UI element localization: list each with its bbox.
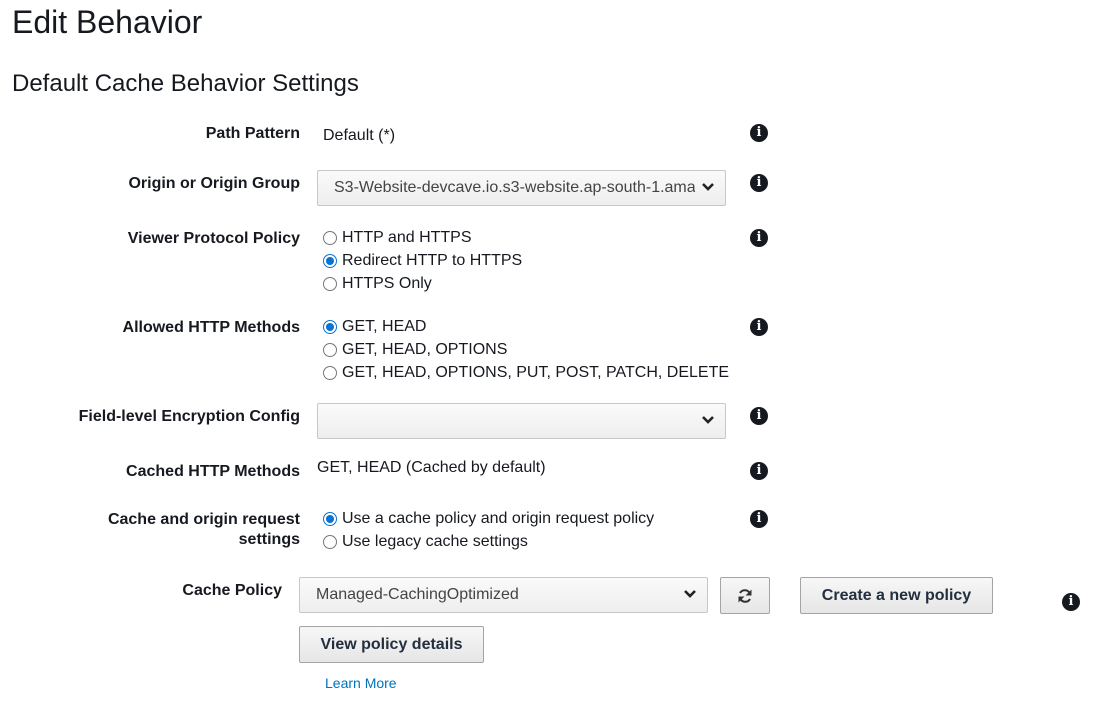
radio-option-get-head[interactable]: GET, HEAD — [323, 315, 729, 338]
info-icon[interactable]: i — [750, 407, 768, 425]
page-title: Edit Behavior — [12, 4, 203, 40]
chevron-down-icon — [702, 416, 714, 424]
viewer-protocol-label: Viewer Protocol Policy — [127, 230, 300, 247]
radio-button[interactable] — [323, 365, 337, 380]
viewer-protocol-radio-group: HTTP and HTTPS Redirect HTTP to HTTPS HT… — [323, 226, 522, 295]
allowed-methods-label: Allowed HTTP Methods — [122, 319, 300, 336]
allowed-methods-radio-group: GET, HEAD GET, HEAD, OPTIONS GET, HEAD, … — [323, 315, 729, 384]
radio-button[interactable] — [323, 276, 337, 291]
radio-button[interactable] — [323, 534, 337, 549]
radio-button-selected[interactable] — [323, 511, 337, 526]
radio-option-all-methods[interactable]: GET, HEAD, OPTIONS, PUT, POST, PATCH, DE… — [323, 361, 729, 384]
view-policy-details-button[interactable]: View policy details — [299, 626, 484, 663]
origin-select-value: S3-Website-devcave.io.s3-website.ap-sout… — [334, 179, 695, 196]
cached-methods-label: Cached HTTP Methods — [126, 463, 300, 480]
learn-more-link[interactable]: Learn More — [325, 675, 397, 691]
radio-button-selected[interactable] — [323, 319, 337, 334]
field-encryption-label: Field-level Encryption Config — [78, 408, 300, 425]
info-icon[interactable]: i — [750, 174, 768, 192]
radio-option-legacy-cache[interactable]: Use legacy cache settings — [323, 530, 654, 553]
cache-policy-label: Cache Policy — [182, 582, 282, 599]
radio-option-get-head-options[interactable]: GET, HEAD, OPTIONS — [323, 338, 729, 361]
refresh-icon — [738, 589, 752, 603]
cache-policy-select[interactable]: Managed-CachingOptimized — [299, 577, 708, 613]
radio-button[interactable] — [323, 230, 337, 245]
info-icon[interactable]: i — [750, 510, 768, 528]
radio-button-selected[interactable] — [323, 253, 337, 268]
radio-option-redirect-http-to-https[interactable]: Redirect HTTP to HTTPS — [323, 249, 522, 272]
origin-select[interactable]: S3-Website-devcave.io.s3-website.ap-sout… — [317, 170, 726, 206]
radio-option-cache-policy[interactable]: Use a cache policy and origin request po… — [323, 507, 654, 530]
cache-policy-select-value: Managed-CachingOptimized — [316, 586, 519, 603]
info-icon[interactable]: i — [750, 318, 768, 336]
info-icon[interactable]: i — [1062, 593, 1080, 611]
info-icon[interactable]: i — [750, 229, 768, 247]
refresh-button[interactable] — [720, 577, 770, 614]
info-icon[interactable]: i — [750, 124, 768, 142]
path-pattern-value: Default (*) — [323, 127, 396, 144]
create-new-policy-button[interactable]: Create a new policy — [800, 577, 993, 614]
radio-option-http-and-https[interactable]: HTTP and HTTPS — [323, 226, 522, 249]
origin-label: Origin or Origin Group — [128, 175, 300, 192]
chevron-down-icon — [702, 183, 714, 191]
radio-option-https-only[interactable]: HTTPS Only — [323, 272, 522, 295]
field-encryption-select[interactable] — [317, 403, 726, 439]
cache-origin-settings-label: Cache and origin request settings — [107, 511, 300, 548]
section-title: Default Cache Behavior Settings — [12, 70, 359, 97]
cache-origin-settings-radio-group: Use a cache policy and origin request po… — [323, 507, 654, 553]
cached-methods-value: GET, HEAD (Cached by default) — [317, 459, 546, 476]
info-icon[interactable]: i — [750, 462, 768, 480]
chevron-down-icon — [684, 590, 696, 598]
path-pattern-label: Path Pattern — [205, 125, 300, 142]
radio-button[interactable] — [323, 342, 337, 357]
